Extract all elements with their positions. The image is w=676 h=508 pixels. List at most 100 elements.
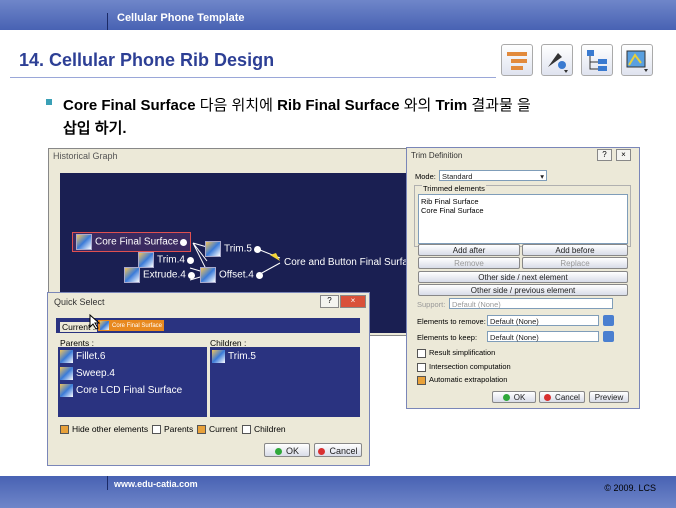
parent-item-label: Fillet.6	[76, 351, 106, 363]
children-list[interactable]: Trim.5	[210, 347, 360, 417]
trim-definition-dialog: Trim Definition ? × Mode: Standard ▾ Trim…	[406, 147, 640, 409]
list-item[interactable]: Rib Final Surface	[421, 197, 479, 206]
trim-icon	[212, 350, 225, 363]
hide-other-checkbox[interactable]: Hide other elements	[60, 424, 148, 435]
page-title: 14. Cellular Phone Rib Design	[19, 50, 275, 70]
support-label: Support:	[417, 300, 446, 309]
preview-button[interactable]: Preview	[589, 391, 629, 403]
mouse-cursor-icon	[89, 314, 101, 330]
instruction-text-b: 와의	[399, 97, 436, 114]
ok-label: OK	[513, 393, 526, 402]
checkbox-box[interactable]	[197, 425, 206, 435]
instruction-line-2: 삽입 하기.	[63, 120, 127, 137]
checkbox-box[interactable]	[417, 375, 426, 385]
expand-icon[interactable]	[180, 238, 188, 246]
expand-icon[interactable]	[253, 245, 261, 253]
elements-to-keep-field[interactable]: Default (None)	[487, 331, 599, 342]
expand-icon[interactable]	[186, 256, 194, 264]
header-separator	[107, 13, 108, 30]
automatic-extrapolation-label: Automatic extrapolation	[429, 375, 508, 384]
elements-to-remove-field[interactable]: Default (None)	[487, 315, 599, 326]
header-bar: Cellular Phone Template	[0, 0, 676, 30]
trim-icon	[205, 241, 221, 257]
extrude-icon	[124, 267, 140, 283]
cancel-button[interactable]: Cancel	[539, 391, 585, 403]
other-side-previous-button[interactable]: Other side / previous element	[418, 284, 628, 296]
graph-node-core[interactable]: Core Final Surface	[72, 232, 192, 252]
graph-node-trim5[interactable]: Trim.5	[205, 241, 261, 257]
element-list-icon[interactable]	[603, 331, 614, 342]
expand-icon[interactable]	[255, 271, 263, 279]
graph-node-trim4[interactable]: Trim.4	[138, 252, 194, 268]
sweep-icon	[60, 367, 73, 380]
child-item-label: Trim.5	[228, 351, 256, 363]
trimmed-elements-list[interactable]: Rib Final Surface Core Final Surface	[418, 194, 628, 244]
mode-select[interactable]: Standard ▾	[439, 170, 547, 181]
cancel-button[interactable]: Cancel	[314, 443, 362, 457]
instruction-text-c: 결과물 을	[467, 97, 531, 114]
result-simplification-checkbox[interactable]: Result simplification	[417, 348, 495, 358]
graph-node-extrude4[interactable]: Extrude.4	[124, 267, 195, 283]
help-button[interactable]: ?	[320, 295, 339, 308]
add-after-button[interactable]: Add after	[418, 244, 520, 256]
add-before-button[interactable]: Add before	[522, 244, 628, 256]
checkbox-box[interactable]	[152, 425, 161, 435]
bullet-marker	[46, 99, 52, 105]
surface-icon	[76, 234, 92, 250]
ok-button[interactable]: OK	[492, 391, 536, 403]
element-list-icon[interactable]	[603, 315, 614, 326]
children-checkbox[interactable]: Children	[242, 424, 286, 435]
list-item[interactable]: Trim.5	[212, 350, 256, 363]
mode-label: Mode:	[415, 172, 436, 181]
current-checkbox[interactable]: Current	[197, 424, 237, 435]
current-value[interactable]: Core Final Surface	[98, 320, 165, 331]
ok-button[interactable]: OK	[264, 443, 310, 457]
surface-icon	[60, 384, 73, 397]
footer-url[interactable]: www.edu-catia.com	[114, 479, 198, 489]
remove-button[interactable]: Remove	[418, 257, 520, 269]
help-button[interactable]: ?	[597, 149, 612, 161]
expand-icon[interactable]	[187, 271, 195, 279]
checkbox-box[interactable]	[242, 425, 251, 435]
instruction-text-a: 다음 위치에	[195, 97, 278, 114]
close-button[interactable]: ×	[616, 149, 631, 161]
graph-node-result[interactable]: Core and Button Final Surfa	[284, 257, 408, 268]
quick-select-icon[interactable]	[541, 44, 573, 76]
list-item[interactable]: Sweep.4	[60, 367, 115, 380]
list-item[interactable]: Core Final Surface	[421, 206, 484, 215]
fillet-icon	[60, 350, 73, 363]
parents-checkbox[interactable]: Parents	[152, 424, 193, 435]
parent-item-label: Core LCD Final Surface	[76, 385, 183, 397]
graph-node-trim5-label: Trim.5	[224, 243, 252, 255]
graph-node-offset4[interactable]: Offset.4	[200, 267, 263, 283]
graph-node-result-label: Core and Button Final Surfa	[284, 257, 408, 268]
replace-button[interactable]: Replace	[522, 257, 628, 269]
ok-icon	[274, 448, 282, 456]
support-field[interactable]: Default (None)	[449, 298, 613, 309]
automatic-extrapolation-checkbox[interactable]: Automatic extrapolation	[417, 375, 507, 385]
children-option-label: Children	[254, 424, 286, 434]
checkbox-box[interactable]	[417, 348, 426, 358]
specification-tree-icon[interactable]	[581, 44, 613, 76]
chevron-down-icon: ▾	[540, 172, 544, 181]
list-item[interactable]: Fillet.6	[60, 350, 105, 363]
list-item[interactable]: Core LCD Final Surface	[60, 384, 182, 397]
ok-icon	[502, 394, 510, 402]
parents-list[interactable]: Fillet.6 Sweep.4 Core LCD Final Surface	[58, 347, 207, 417]
ok-label: OK	[285, 446, 299, 456]
current-value-label: Core Final Surface	[112, 323, 163, 330]
rib-surface-term: Rib Final Surface	[277, 97, 400, 114]
tree-structure-icon[interactable]	[501, 44, 533, 76]
checkbox-box[interactable]	[60, 425, 69, 435]
elements-to-remove-label: Elements to remove:	[417, 317, 486, 326]
template-label: Cellular Phone Template	[117, 12, 245, 24]
elements-to-keep-label: Elements to keep:	[417, 333, 478, 342]
graph-view-icon[interactable]	[621, 44, 653, 76]
cancel-icon	[318, 448, 326, 456]
trim-term: Trim	[435, 97, 468, 114]
checkbox-box[interactable]	[417, 362, 426, 372]
result-simplification-label: Result simplification	[429, 348, 496, 357]
other-side-next-button[interactable]: Other side / next element	[418, 271, 628, 283]
close-button[interactable]: ×	[340, 295, 366, 308]
intersection-computation-checkbox[interactable]: Intersection computation	[417, 362, 511, 372]
